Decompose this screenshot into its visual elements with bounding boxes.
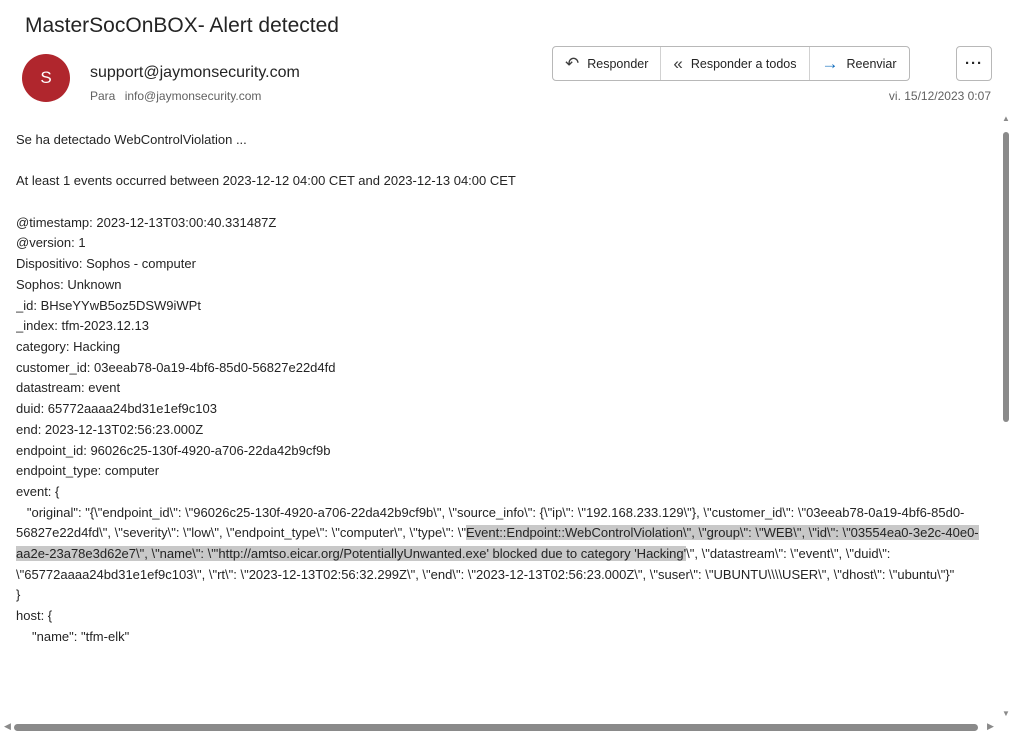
avatar-initial: S [40, 68, 52, 87]
message-body: Se ha detectado WebControlViolation ... … [16, 130, 994, 710]
to-label: Para [90, 89, 116, 103]
reply-all-icon: « [673, 54, 683, 73]
field-timestamp: @timestamp: 2023-12-13T03:00:40.331487Z [16, 214, 277, 230]
reply-all-button[interactable]: « Responder a todos [661, 47, 810, 80]
body-line: Se ha detectado WebControlViolation ... [16, 132, 247, 147]
field-duid: duid: 65772aaaa24bd31e1ef9c103 [16, 401, 217, 417]
vertical-scrollbar[interactable]: ▲ ▼ [1001, 114, 1011, 718]
email-subject: MasterSocOnBOX- Alert detected [25, 14, 339, 37]
vertical-scroll-thumb[interactable] [1003, 132, 1009, 422]
scroll-left-icon[interactable]: ◀ [4, 721, 11, 732]
forward-arrow-icon: → [821, 54, 839, 73]
forward-label: Reenviar [846, 56, 897, 71]
recipient-address[interactable]: info@jaymonsecurity.com [125, 89, 262, 103]
forward-button[interactable]: → Reenviar [810, 47, 909, 80]
field-index: _index: tfm-2023.12.13 [16, 318, 149, 334]
field-event-close: } [16, 587, 21, 603]
sender-avatar: S [22, 54, 70, 102]
more-actions-button[interactable]: ··· [956, 46, 992, 81]
reply-button[interactable]: ↶ Responder [553, 47, 662, 80]
field-category: category: Hacking [16, 339, 121, 354]
horizontal-scroll-thumb[interactable] [14, 724, 978, 731]
field-endpoint-type: endpoint_type: computer [16, 463, 160, 479]
scroll-right-icon[interactable]: ▶ [987, 721, 994, 732]
field-host-name: "name": "tfm-elk" [32, 628, 130, 644]
recipient-line: Para info@jaymonsecurity.com [90, 89, 261, 103]
field-event-open: event: { [16, 483, 60, 499]
event-original-block: "original": "{\"endpoint_id\": \"96026c2… [16, 503, 994, 586]
field-id: _id: BHseYYwB5oz5DSW9iWPt [16, 297, 201, 313]
sender-address[interactable]: support@jaymonsecurity.com [90, 64, 300, 82]
scroll-up-icon[interactable]: ▲ [1002, 114, 1010, 123]
horizontal-scrollbar[interactable]: ◀ ▶ [0, 721, 1001, 733]
field-datastream: datastream: event [16, 380, 121, 396]
reply-all-label: Responder a todos [690, 56, 797, 71]
field-version: @version: 1 [16, 235, 86, 251]
reply-label: Responder [587, 56, 649, 71]
field-host-open: host: { [16, 608, 53, 624]
field-endpoint-id: endpoint_id: 96026c25-130f-4920-a706-22d… [16, 442, 331, 458]
field-dispositivo: Dispositivo: Sophos - computer [16, 256, 196, 272]
message-actions: ↶ Responder « Responder a todos → Reenvi… [552, 46, 910, 81]
field-end: end: 2023-12-13T02:56:23.000Z [16, 421, 204, 437]
reply-icon: ↶ [565, 54, 580, 73]
scroll-down-icon[interactable]: ▼ [1002, 709, 1010, 718]
message-date: vi. 15/12/2023 0:07 [888, 89, 991, 103]
body-line: At least 1 events occurred between 2023-… [16, 173, 516, 189]
field-customer-id: customer_id: 03eeab78-0a19-4bf6-85d0-568… [16, 359, 336, 375]
field-sophos: Sophos: Unknown [16, 276, 122, 292]
